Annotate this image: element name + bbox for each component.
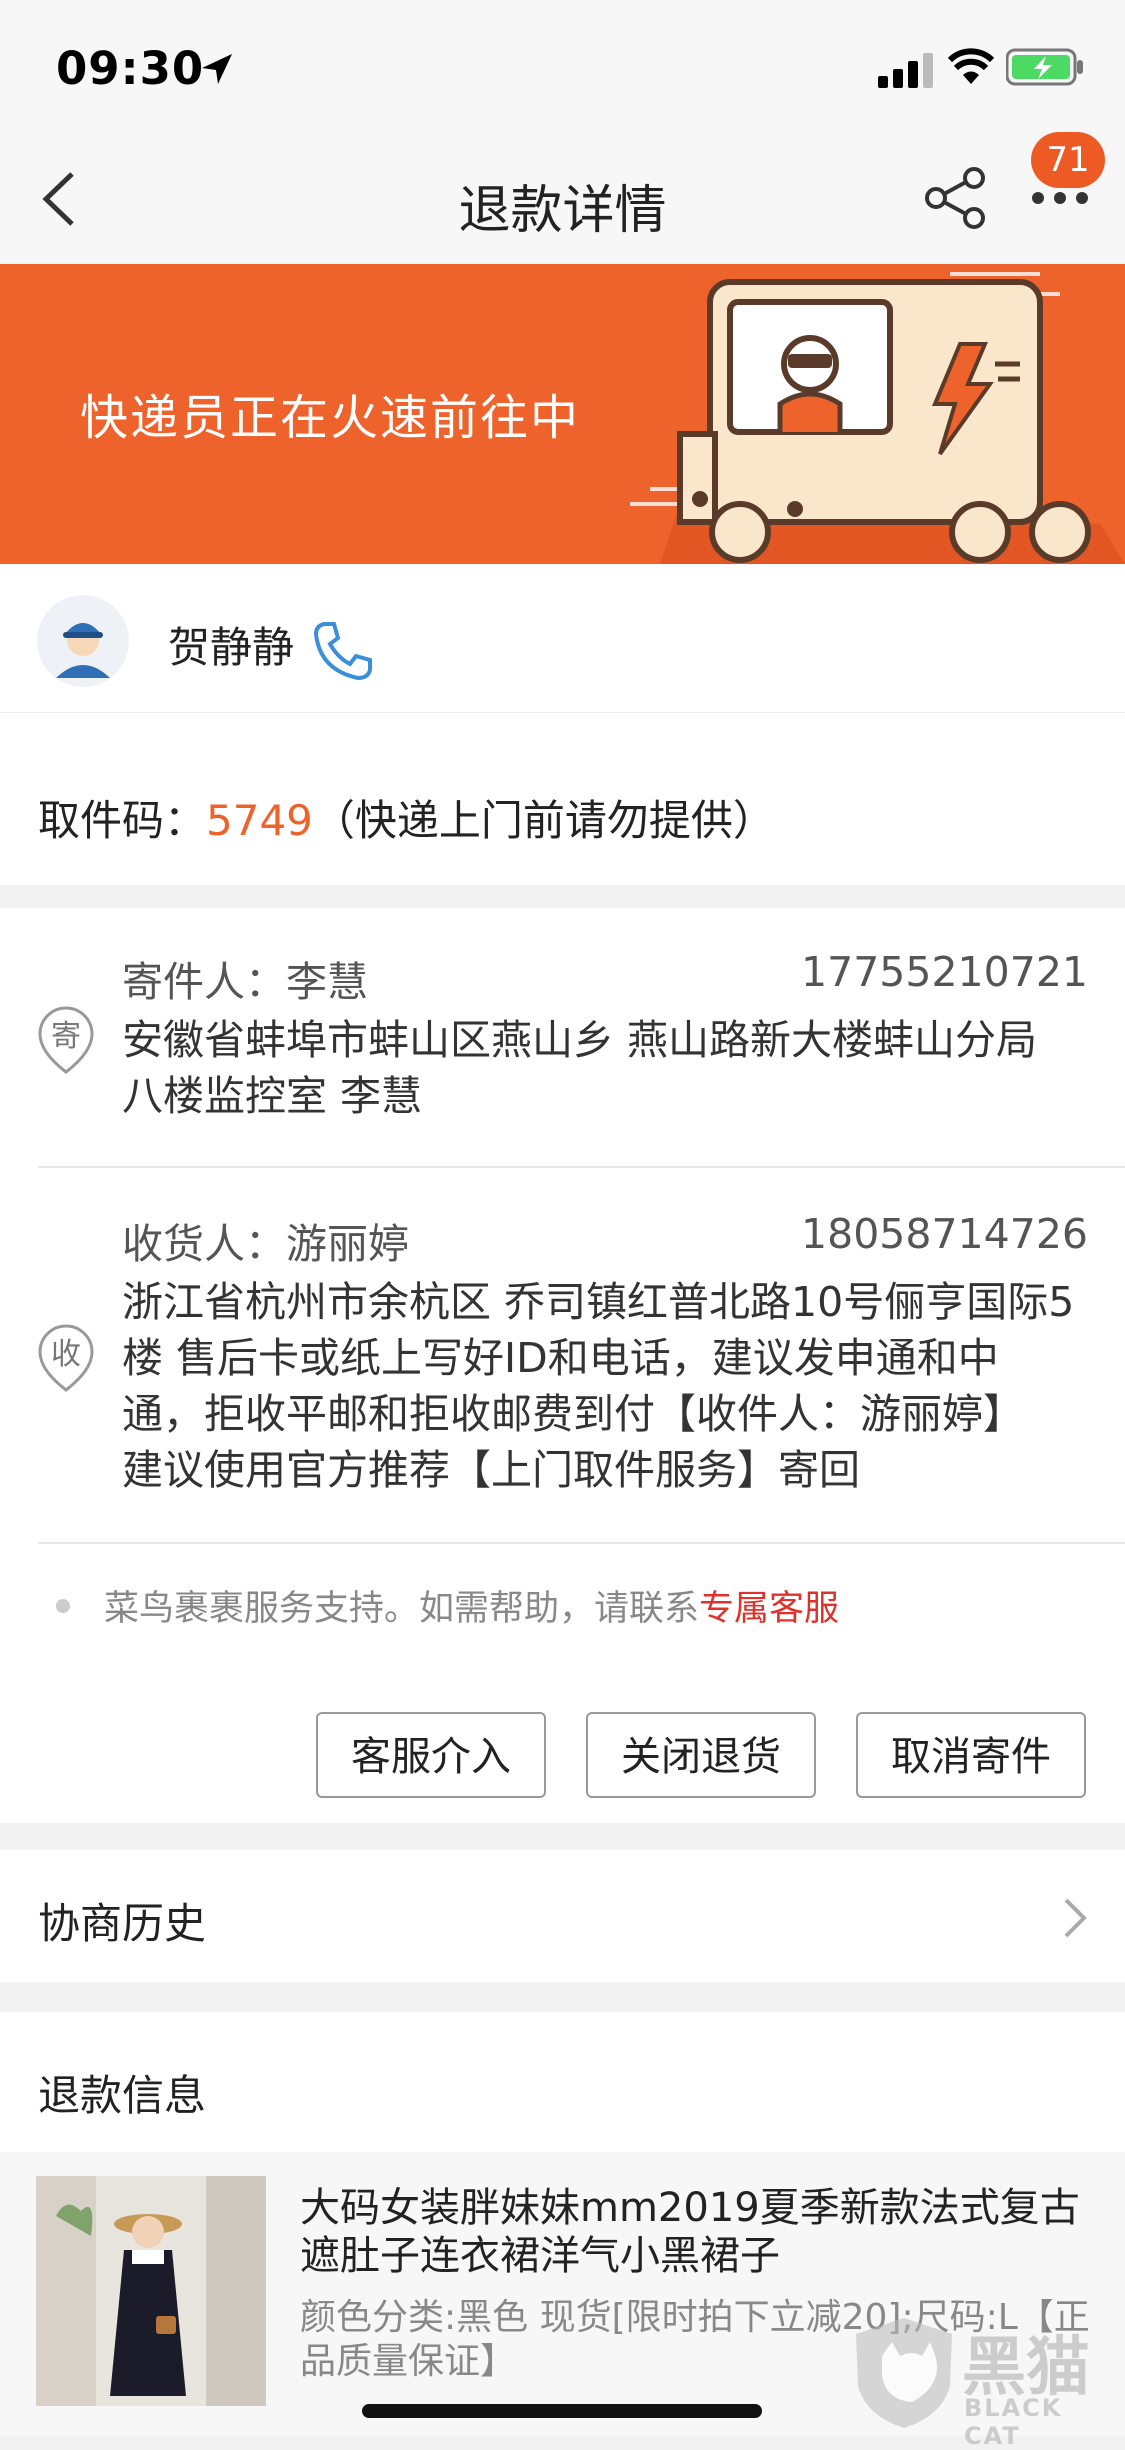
banner-text: 快递员正在火速前往中 xyxy=(80,390,581,446)
navigation-bar: 退款详情 xyxy=(0,132,1125,265)
sender-address-line: 八楼监控室 李慧 xyxy=(122,1072,423,1120)
pickup-code-note: （快递上门前请勿提供） xyxy=(312,796,775,845)
receiver-address-line: 通，拒收平邮和拒收邮费到付【收件人：游丽婷】 xyxy=(122,1390,1024,1438)
receiver-address-line: 浙江省杭州市余杭区 乔司镇红普北路10号俪亨国际5 xyxy=(122,1278,1075,1326)
battery-icon xyxy=(1006,48,1083,86)
receiver-phone[interactable]: 18058714726 xyxy=(628,1210,1088,1258)
divider xyxy=(38,1542,1125,1544)
sender-name: 李慧 xyxy=(286,958,368,1006)
cat-shield-logo xyxy=(856,2318,952,2428)
phone-icon[interactable] xyxy=(310,618,374,682)
receiver-badge-icon: 收 xyxy=(38,1324,94,1392)
receiver-name: 游丽婷 xyxy=(286,1220,409,1268)
status-time: 09:30 xyxy=(56,42,205,95)
status-banner: 快递员正在火速前往中 xyxy=(0,264,1125,564)
sender-badge-label: 寄 xyxy=(51,1019,81,1054)
sender-label: 寄件人： xyxy=(122,958,286,1006)
product-image xyxy=(36,2176,266,2406)
close-return-button[interactable]: 关闭退货 xyxy=(586,1712,816,1798)
negotiation-history-label: 协商历史 xyxy=(38,1899,207,1948)
home-indicator[interactable] xyxy=(362,2404,762,2418)
delivery-truck-illustration xyxy=(630,272,1125,564)
sender-phone[interactable]: 17755210721 xyxy=(628,948,1088,996)
sender-address: 安徽省蚌埠市蚌山区燕山乡 燕山路新大楼蚌山分局 八楼监控室 李慧 xyxy=(122,1012,1082,1124)
receiver-badge-label: 收 xyxy=(51,1337,81,1372)
product-title: 大码女装胖妹妹mm2019夏季新款法式复古遮肚子连衣裙洋气小黑裙子 xyxy=(300,2185,1080,2279)
courier-name: 贺静静 xyxy=(168,623,295,672)
cancel-shipment-button[interactable]: 取消寄件 xyxy=(856,1712,1086,1798)
divider xyxy=(38,1166,1125,1168)
receiver-address: 浙江省杭州市余杭区 乔司镇红普北路10号俪亨国际5 楼 售后卡或纸上写好ID和电… xyxy=(122,1274,1082,1498)
negotiation-history-row[interactable]: 协商历史 xyxy=(0,1850,1125,1982)
message-badge: 71 xyxy=(1031,132,1105,188)
sender-address-line: 安徽省蚌埠市蚌山区燕山乡 燕山路新大楼蚌山分局 xyxy=(122,1016,1038,1064)
blackcat-watermark: 黑猫 BLACK CAT xyxy=(852,2310,1122,2450)
receiver-address-line: 建议使用官方推荐【上门取件服务】寄回 xyxy=(122,1446,860,1494)
courier-avatar xyxy=(37,595,129,687)
courier-row: 贺静静 xyxy=(0,564,1125,712)
support-note: 菜鸟裹裹服务支持。如需帮助，请联系专属客服 xyxy=(104,1580,839,1631)
status-bar: 09:30 xyxy=(0,0,1125,132)
wifi-icon xyxy=(948,48,994,84)
sender-badge-icon: 寄 xyxy=(38,1006,94,1074)
share-icon[interactable] xyxy=(924,166,988,230)
receiver-address-line: 楼 售后卡或纸上写好ID和电话，建议发申通和中 xyxy=(122,1334,999,1382)
refund-info-title: 退款信息 xyxy=(38,2071,207,2120)
signal-icon xyxy=(878,53,933,88)
location-arrow-icon xyxy=(202,54,232,84)
pickup-code-row: 取件码：5749（快递上门前请勿提供） xyxy=(0,712,1125,885)
pickup-code-value: 5749 xyxy=(206,796,313,845)
more-icon[interactable] xyxy=(1030,190,1090,206)
watermark-subtext: BLACK CAT xyxy=(964,2394,1063,2450)
chevron-right-icon xyxy=(1064,1898,1087,1938)
receiver-label: 收货人： xyxy=(122,1220,286,1268)
pickup-code: 取件码：5749（快递上门前请勿提供） xyxy=(38,787,775,848)
service-intervention-button[interactable]: 客服介入 xyxy=(316,1712,546,1798)
address-section: 寄 寄件人：李慧 17755210721 安徽省蚌埠市蚌山区燕山乡 燕山路新大楼… xyxy=(0,908,1125,1823)
exclusive-service-link[interactable]: 专属客服 xyxy=(699,1589,839,1629)
sender-name-line: 寄件人：李慧 xyxy=(122,948,368,1008)
receiver-name-line: 收货人：游丽婷 xyxy=(122,1210,409,1270)
bullet-dot xyxy=(56,1599,70,1613)
pickup-code-label: 取件码： xyxy=(38,796,207,845)
support-text: 菜鸟裹裹服务支持。如需帮助，请联系 xyxy=(104,1589,700,1629)
